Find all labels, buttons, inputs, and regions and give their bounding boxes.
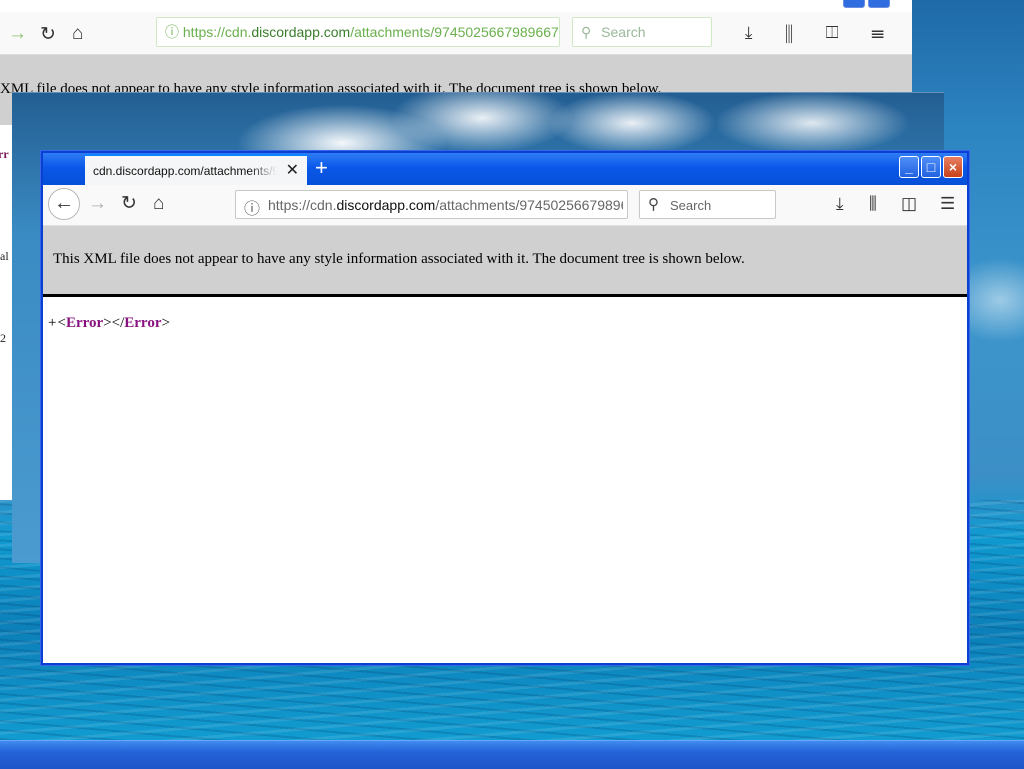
- home-icon[interactable]: ⌂: [153, 192, 164, 216]
- background-maximize-button[interactable]: [868, 0, 890, 8]
- reload-icon[interactable]: ↻: [40, 23, 56, 46]
- document-tree: +<Error></Error>: [43, 297, 967, 663]
- sidebar-icon[interactable]: ◫: [901, 192, 917, 216]
- xml-close-tag: Error: [124, 315, 162, 331]
- forward-arrow-icon[interactable]: →: [8, 23, 27, 45]
- url-domain: discordapp.com: [336, 197, 436, 213]
- maximize-button[interactable]: □: [921, 156, 941, 178]
- download-icon[interactable]: ⤓: [836, 192, 844, 216]
- url-prefix: https://cdn.: [182, 24, 252, 40]
- background-side-label: al: [0, 249, 9, 263]
- tab-title: cdn.discordapp.com/attachments/9745: [93, 164, 277, 178]
- window-controls: _ □ ×: [897, 156, 963, 178]
- minimize-icon: _: [905, 159, 913, 175]
- xml-bracket: >: [161, 315, 170, 331]
- url-prefix: https://cdn.: [268, 197, 337, 213]
- search-placeholder: Search: [601, 24, 646, 40]
- xml-bracket: >: [103, 315, 112, 331]
- browser-window[interactable]: cdn.discordapp.com/attachments/9745 ✕ + …: [41, 151, 969, 665]
- xml-info-bar: This XML file does not appear to have an…: [43, 226, 967, 297]
- search-input[interactable]: [668, 195, 776, 216]
- background-search-bar[interactable]: ⚲ Search: [572, 17, 712, 47]
- xml-info-text: This XML file does not appear to have an…: [53, 251, 745, 267]
- reload-icon[interactable]: ↻: [121, 192, 137, 216]
- background-side-fragment: rr: [0, 147, 9, 161]
- minimize-button[interactable]: _: [899, 156, 919, 178]
- background-toolbar: → ↻ ⌂ ⓘ https://cdn.discordapp.com/attac…: [0, 12, 912, 55]
- hamburger-menu-icon[interactable]: ☰: [940, 192, 955, 216]
- forward-arrow-icon[interactable]: →: [88, 192, 107, 216]
- url-path: /attachments/9745025667989667: [350, 24, 559, 40]
- info-icon: ⓘ: [165, 24, 179, 40]
- title-bar[interactable]: cdn.discordapp.com/attachments/9745 ✕ + …: [43, 153, 967, 185]
- background-toolbar-icons[interactable]: ⤓ ⫼ ◫ ☰: [745, 23, 898, 43]
- background-minimize-button[interactable]: [843, 0, 865, 8]
- search-icon[interactable]: ⚲: [648, 195, 659, 213]
- taskbar[interactable]: [0, 740, 1024, 769]
- back-arrow-icon[interactable]: ←: [48, 188, 80, 220]
- maximize-icon: □: [926, 159, 936, 175]
- navigation-toolbar: ← → ↻ ⌂ ⓘ https://cdn.discordapp.com/att…: [43, 185, 967, 226]
- library-icon[interactable]: ⫼: [869, 192, 877, 216]
- xml-bracket: </: [111, 315, 125, 331]
- close-icon[interactable]: ✕: [286, 160, 299, 180]
- url-domain: discordapp.com: [251, 24, 351, 40]
- expand-toggle[interactable]: +: [48, 315, 56, 331]
- xml-bracket: <: [57, 315, 66, 331]
- background-side-label: 2: [0, 331, 6, 345]
- background-url-bar[interactable]: ⓘ https://cdn.discordapp.com/attachments…: [156, 17, 560, 47]
- close-button[interactable]: ×: [943, 156, 963, 178]
- url-path: /attachments/9745025667989667: [435, 197, 623, 213]
- tab-active[interactable]: cdn.discordapp.com/attachments/9745 ✕: [85, 154, 307, 185]
- url-bar[interactable]: ⓘ https://cdn.discordapp.com/attachments…: [235, 190, 628, 219]
- search-bar[interactable]: ⚲: [639, 190, 776, 219]
- home-icon[interactable]: ⌂: [72, 23, 83, 45]
- xml-open-tag: Error: [65, 315, 104, 331]
- background-left-strip: rr al 2: [0, 125, 12, 500]
- close-icon: ×: [948, 159, 958, 175]
- xml-node: +<Error></Error>: [48, 315, 170, 332]
- new-tab-button[interactable]: +: [315, 155, 328, 181]
- url-text[interactable]: https://cdn.discordapp.com/attachments/9…: [268, 197, 623, 213]
- search-icon: ⚲: [581, 24, 592, 40]
- info-icon[interactable]: ⓘ: [244, 195, 260, 219]
